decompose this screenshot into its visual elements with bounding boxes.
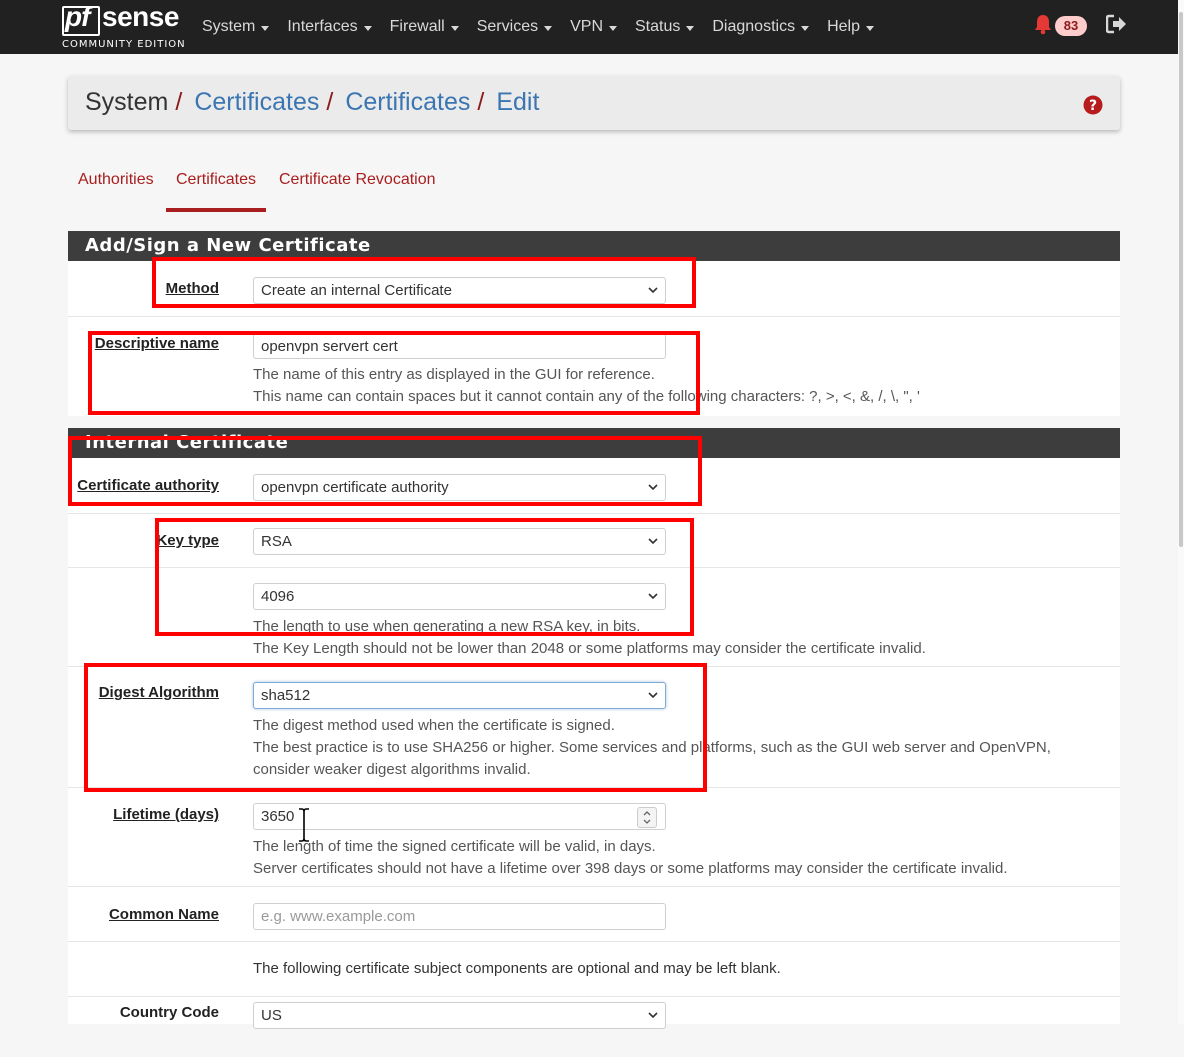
country-row: Country Code US [68, 997, 1120, 1057]
breadcrumb: System / Certificates / Certificates / Edit [85, 88, 539, 117]
menu-firewall[interactable]: Firewall [382, 18, 469, 36]
keylen-help-2: The Key Length should not be lower than … [253, 640, 926, 657]
number-spinner[interactable] [637, 807, 657, 828]
breadcrumb-certificates-1[interactable]: Certificates [194, 88, 319, 116]
cn-label: Common Name [108, 906, 219, 923]
cn-input[interactable]: e.g. www.example.com [253, 903, 666, 930]
scrollbar[interactable] [1178, 0, 1184, 1024]
country-select[interactable]: US [253, 1002, 666, 1029]
caret-down-icon [261, 25, 270, 31]
scrollbar-thumb[interactable] [1179, 12, 1183, 547]
method-select[interactable]: Create an internal Certificate [253, 277, 666, 304]
lifetime-help-1: The length of time the signed certificat… [253, 838, 656, 855]
ca-label: Certificate authority [77, 477, 219, 494]
chevron-down-icon [648, 692, 658, 699]
lifetime-label: Lifetime (days) [113, 806, 219, 823]
method-label: Method [165, 280, 219, 297]
tab-certificates[interactable]: Certificates [166, 166, 267, 212]
panel-add-sign: Method Create an internal Certificate De… [68, 261, 1120, 416]
breadcrumb-separator: / [326, 88, 334, 116]
breadcrumb-edit[interactable]: Edit [496, 88, 539, 116]
menu-help[interactable]: Help [819, 18, 884, 36]
ca-select[interactable]: openvpn certificate authority [253, 474, 666, 501]
keylen-help-1: The length to use when generating a new … [253, 618, 641, 635]
bell-icon[interactable] [1032, 13, 1054, 35]
lifetime-help-2: Server certificates should not have a li… [253, 860, 1008, 877]
tab-certificate-revocation[interactable]: Certificate Revocation [269, 166, 446, 208]
lifetime-input[interactable]: 3650 [253, 803, 666, 830]
breadcrumb-separator: / [175, 88, 183, 116]
cn-placeholder: e.g. www.example.com [261, 908, 416, 925]
question-circle-icon[interactable]: ? [1083, 95, 1103, 115]
descr-input[interactable]: openvpn servert cert [253, 333, 666, 359]
caret-down-icon [686, 25, 695, 31]
caret-down-icon [450, 25, 459, 31]
optional-note-row: The following certificate subject compon… [68, 942, 1120, 997]
menu-vpn[interactable]: VPN [562, 18, 627, 36]
breadcrumb-certificates-2[interactable]: Certificates [345, 88, 470, 116]
text-cursor-icon [299, 808, 309, 842]
logo-pf-text: pf [65, 1, 90, 32]
sign-out-icon[interactable] [1106, 14, 1128, 34]
keytype-label: Key type [156, 532, 219, 549]
caret-down-icon [865, 25, 874, 31]
chevron-down-icon [648, 484, 658, 491]
caret-down-icon [801, 25, 810, 31]
descr-help-1: The name of this entry as displayed in t… [253, 366, 655, 383]
menu-services[interactable]: Services [469, 18, 562, 36]
breadcrumb-separator: / [477, 88, 485, 116]
keytype-row: Key type RSA [68, 514, 1120, 568]
method-row: Method Create an internal Certificate [68, 261, 1120, 317]
menu-system[interactable]: System [194, 18, 279, 36]
digest-label: Digest Algorithm [98, 684, 219, 701]
breadcrumb-system: System [85, 88, 169, 116]
svg-text:?: ? [1089, 98, 1097, 114]
digest-row: Digest Algorithm sha512 The digest metho… [68, 667, 1120, 788]
pfsense-logo[interactable]: pf sense COMMUNITY EDITION [62, 1, 187, 52]
descr-label: Descriptive name [94, 335, 219, 352]
main-menu: System Interfaces Firewall Services VPN … [194, 0, 884, 54]
digest-help-3: consider weaker digest algorithms invali… [253, 761, 531, 778]
lifetime-row: Lifetime (days) 3650 The length of time … [68, 788, 1120, 887]
caret-down-icon [609, 25, 617, 31]
country-label: Country Code [119, 1004, 219, 1021]
optional-note: The following certificate subject compon… [253, 960, 781, 977]
ca-row: Certificate authority openvpn certificat… [68, 458, 1120, 514]
chevron-down-icon [648, 1012, 658, 1019]
descr-help-2: This name can contain spaces but it cann… [253, 388, 920, 405]
menu-interfaces[interactable]: Interfaces [279, 18, 381, 36]
breadcrumb-panel: System / Certificates / Certificates / Edit ? [68, 76, 1120, 130]
tab-authorities[interactable]: Authorities [68, 166, 164, 208]
digest-help-1: The digest method used when the certific… [253, 717, 615, 734]
spinner-arrows-icon [643, 811, 651, 824]
digest-select[interactable]: sha512 [253, 682, 666, 709]
panel-internal-certificate: Certificate authority openvpn certificat… [68, 458, 1120, 1029]
descr-row: Descriptive name openvpn servert cert Th… [68, 317, 1120, 416]
chevron-down-icon [648, 287, 658, 294]
keytype-select[interactable]: RSA [253, 528, 666, 555]
chevron-down-icon [648, 538, 658, 545]
notifications-badge[interactable]: 83 [1055, 16, 1087, 36]
menu-status[interactable]: Status [627, 18, 704, 36]
chevron-down-icon [648, 593, 658, 600]
panel-heading-add-sign: Add/Sign a New Certificate [68, 231, 1120, 261]
panel-heading-internal-certificate: Internal Certificate [68, 428, 1120, 458]
logo-sense-text: sense [102, 1, 179, 32]
digest-help-2: The best practice is to use SHA256 or hi… [253, 739, 1051, 756]
logo-edition-text: COMMUNITY EDITION [62, 39, 186, 50]
caret-down-icon [363, 25, 372, 31]
menu-diagnostics[interactable]: Diagnostics [704, 18, 819, 36]
top-navbar: pf sense COMMUNITY EDITION System Interf… [0, 0, 1184, 54]
keylen-row: 4096 The length to use when generating a… [68, 568, 1120, 667]
cn-row: Common Name e.g. www.example.com [68, 887, 1120, 942]
caret-down-icon [544, 25, 553, 31]
keylen-select[interactable]: 4096 [253, 583, 666, 610]
